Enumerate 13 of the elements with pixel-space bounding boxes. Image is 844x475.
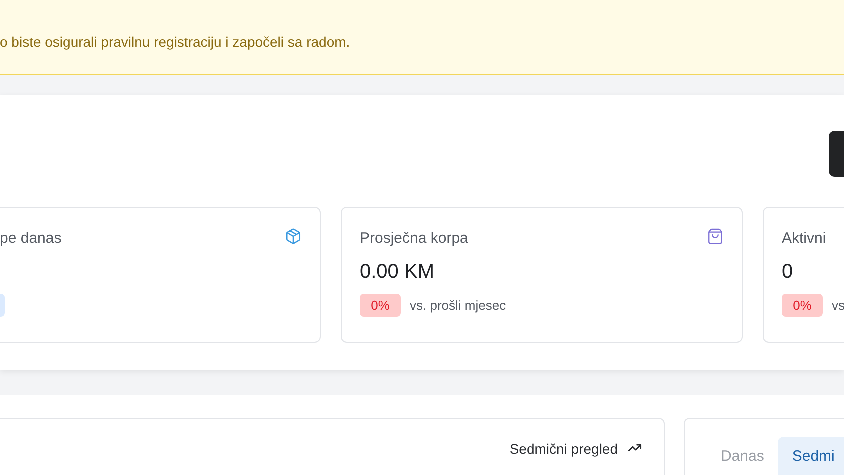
change-badge: 0% [782, 294, 823, 317]
card-title: pe danas [0, 229, 62, 249]
box-icon [285, 228, 302, 245]
comparison-text: vs. prošli mjesec [410, 296, 506, 315]
card-value: 0.00 KM [360, 260, 434, 285]
card-value: 0 [782, 260, 794, 285]
notice-text: o biste osigurali pravilnu registraciju i započeli sa radom. [0, 33, 350, 52]
card-title: Prosječna korpa [360, 229, 468, 249]
card-title: Aktivni [782, 229, 826, 249]
chart-heading: Sedmični pregled [510, 440, 618, 459]
change-badge: 0% [360, 294, 401, 317]
period-tab[interactable]: Sedmi [778, 437, 844, 475]
bag-icon [707, 228, 724, 245]
